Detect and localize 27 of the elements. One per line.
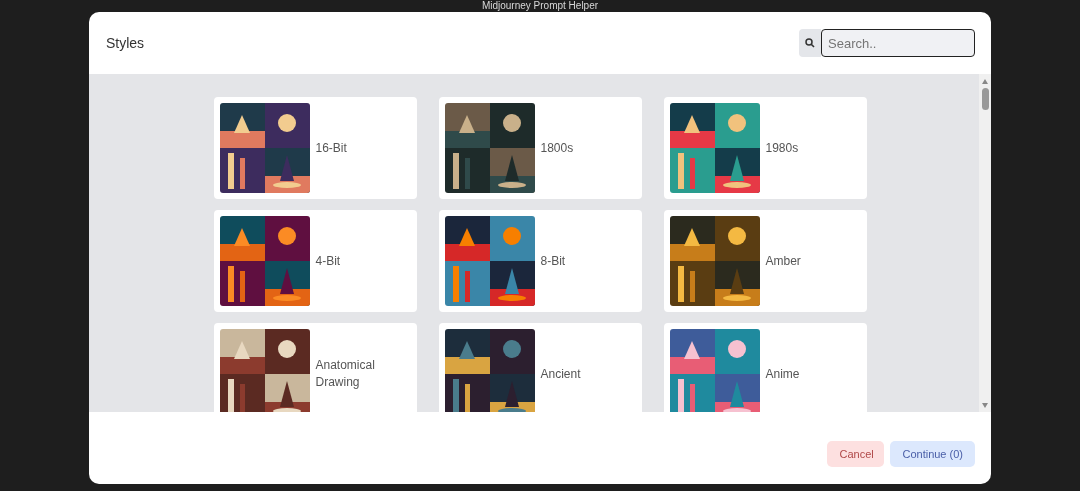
style-label: 16-Bit [315,139,347,157]
scroll-down-icon[interactable] [982,401,988,409]
cancel-button[interactable]: Cancel [827,441,885,467]
scrollbar-thumb[interactable] [981,88,989,110]
style-card[interactable]: 1800s [438,97,642,199]
page-title: Midjourney Prompt Helper [481,0,599,12]
style-card[interactable]: 4-Bit [213,210,417,312]
style-label: 8-Bit [540,252,566,270]
style-card[interactable]: 1980s [663,97,867,199]
style-card[interactable]: 16-Bit [213,97,417,199]
style-label: Anime [765,365,800,383]
style-card[interactable]: Anatomical Drawing [213,323,417,412]
style-label: Anatomical Drawing [315,357,376,391]
style-label: 4-Bit [315,252,341,270]
scroll-up-icon[interactable] [982,77,988,85]
search-field[interactable]: Search.. [821,29,975,57]
style-card[interactable]: 8-Bit [438,210,642,312]
style-label: Amber [765,252,801,270]
style-card[interactable]: Amber [663,210,867,312]
continue-button[interactable]: Continue (0) [890,441,975,467]
style-label: 1800s [540,139,574,157]
style-card[interactable]: Ancient [438,323,642,412]
style-label: Ancient [540,365,581,383]
style-label: 1980s [765,139,799,157]
dialog-title: Styles [106,35,145,51]
search-icon [799,29,821,57]
style-card[interactable]: Anime [663,323,867,412]
